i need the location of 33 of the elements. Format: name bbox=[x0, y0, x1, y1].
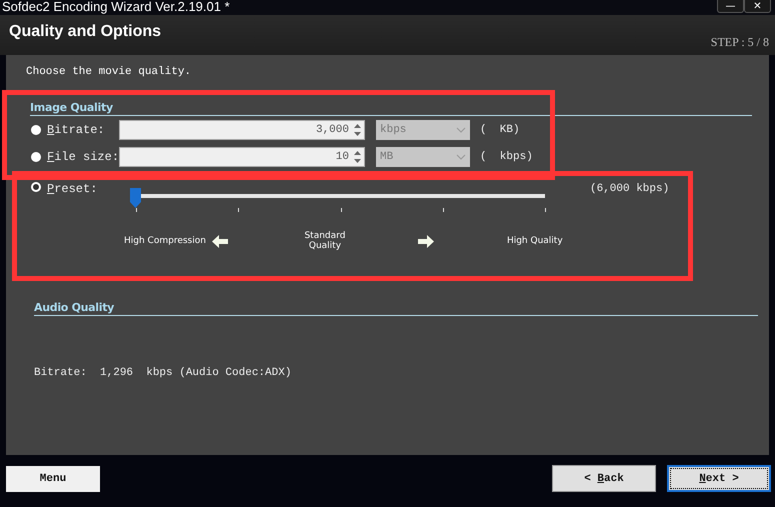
spinner-icon[interactable] bbox=[353, 122, 362, 138]
radio-button[interactable] bbox=[31, 124, 41, 134]
audio-bitrate-text: Bitrate: 1,296 kbps (Audio Codec:ADX) bbox=[34, 367, 292, 379]
next-button[interactable]: Next > bbox=[667, 465, 771, 492]
scale-label: High Quality bbox=[506, 236, 563, 246]
spinner-icon[interactable] bbox=[353, 148, 362, 164]
back-button[interactable]: < Back bbox=[552, 465, 656, 492]
scale-label: Standard Quality bbox=[303, 231, 346, 251]
menu-button[interactable]: Menu bbox=[6, 466, 100, 492]
option-label: File size: bbox=[47, 150, 119, 164]
scale-label: High Compression bbox=[124, 236, 206, 246]
slider-thumb[interactable] bbox=[130, 188, 141, 208]
section-heading: Image Quality bbox=[30, 101, 752, 116]
step-indicator: STEP : 5 / 8 bbox=[710, 35, 769, 51]
option-label: Preset: bbox=[47, 182, 98, 196]
option-label: Bitrate: bbox=[47, 122, 106, 136]
minimize-button[interactable]: — bbox=[717, 0, 744, 13]
radio-button[interactable] bbox=[31, 152, 41, 162]
instruction-text: Choose the movie quality. bbox=[25, 65, 192, 78]
chevron-icon bbox=[456, 126, 466, 132]
right-arrow-icon bbox=[418, 234, 434, 248]
window-title: Sofdec2 Encoding Wizard Ver.2.19.01 * bbox=[1, 0, 230, 14]
number-field[interactable]: 10 bbox=[119, 146, 365, 166]
page-title: Quality and Options bbox=[9, 23, 162, 42]
radio-button[interactable] bbox=[31, 182, 41, 192]
left-arrow-icon bbox=[212, 234, 228, 248]
number-field[interactable]: 3,000 bbox=[119, 120, 365, 140]
size-note: ( KB) bbox=[480, 124, 520, 136]
size-note: ( kbps) bbox=[480, 150, 533, 162]
close-button[interactable]: ✕ bbox=[744, 0, 771, 13]
bitrate-reading: (6,000 kbps) bbox=[590, 183, 670, 195]
chevron-icon bbox=[456, 154, 466, 160]
section-heading: Audio Quality bbox=[34, 301, 758, 316]
